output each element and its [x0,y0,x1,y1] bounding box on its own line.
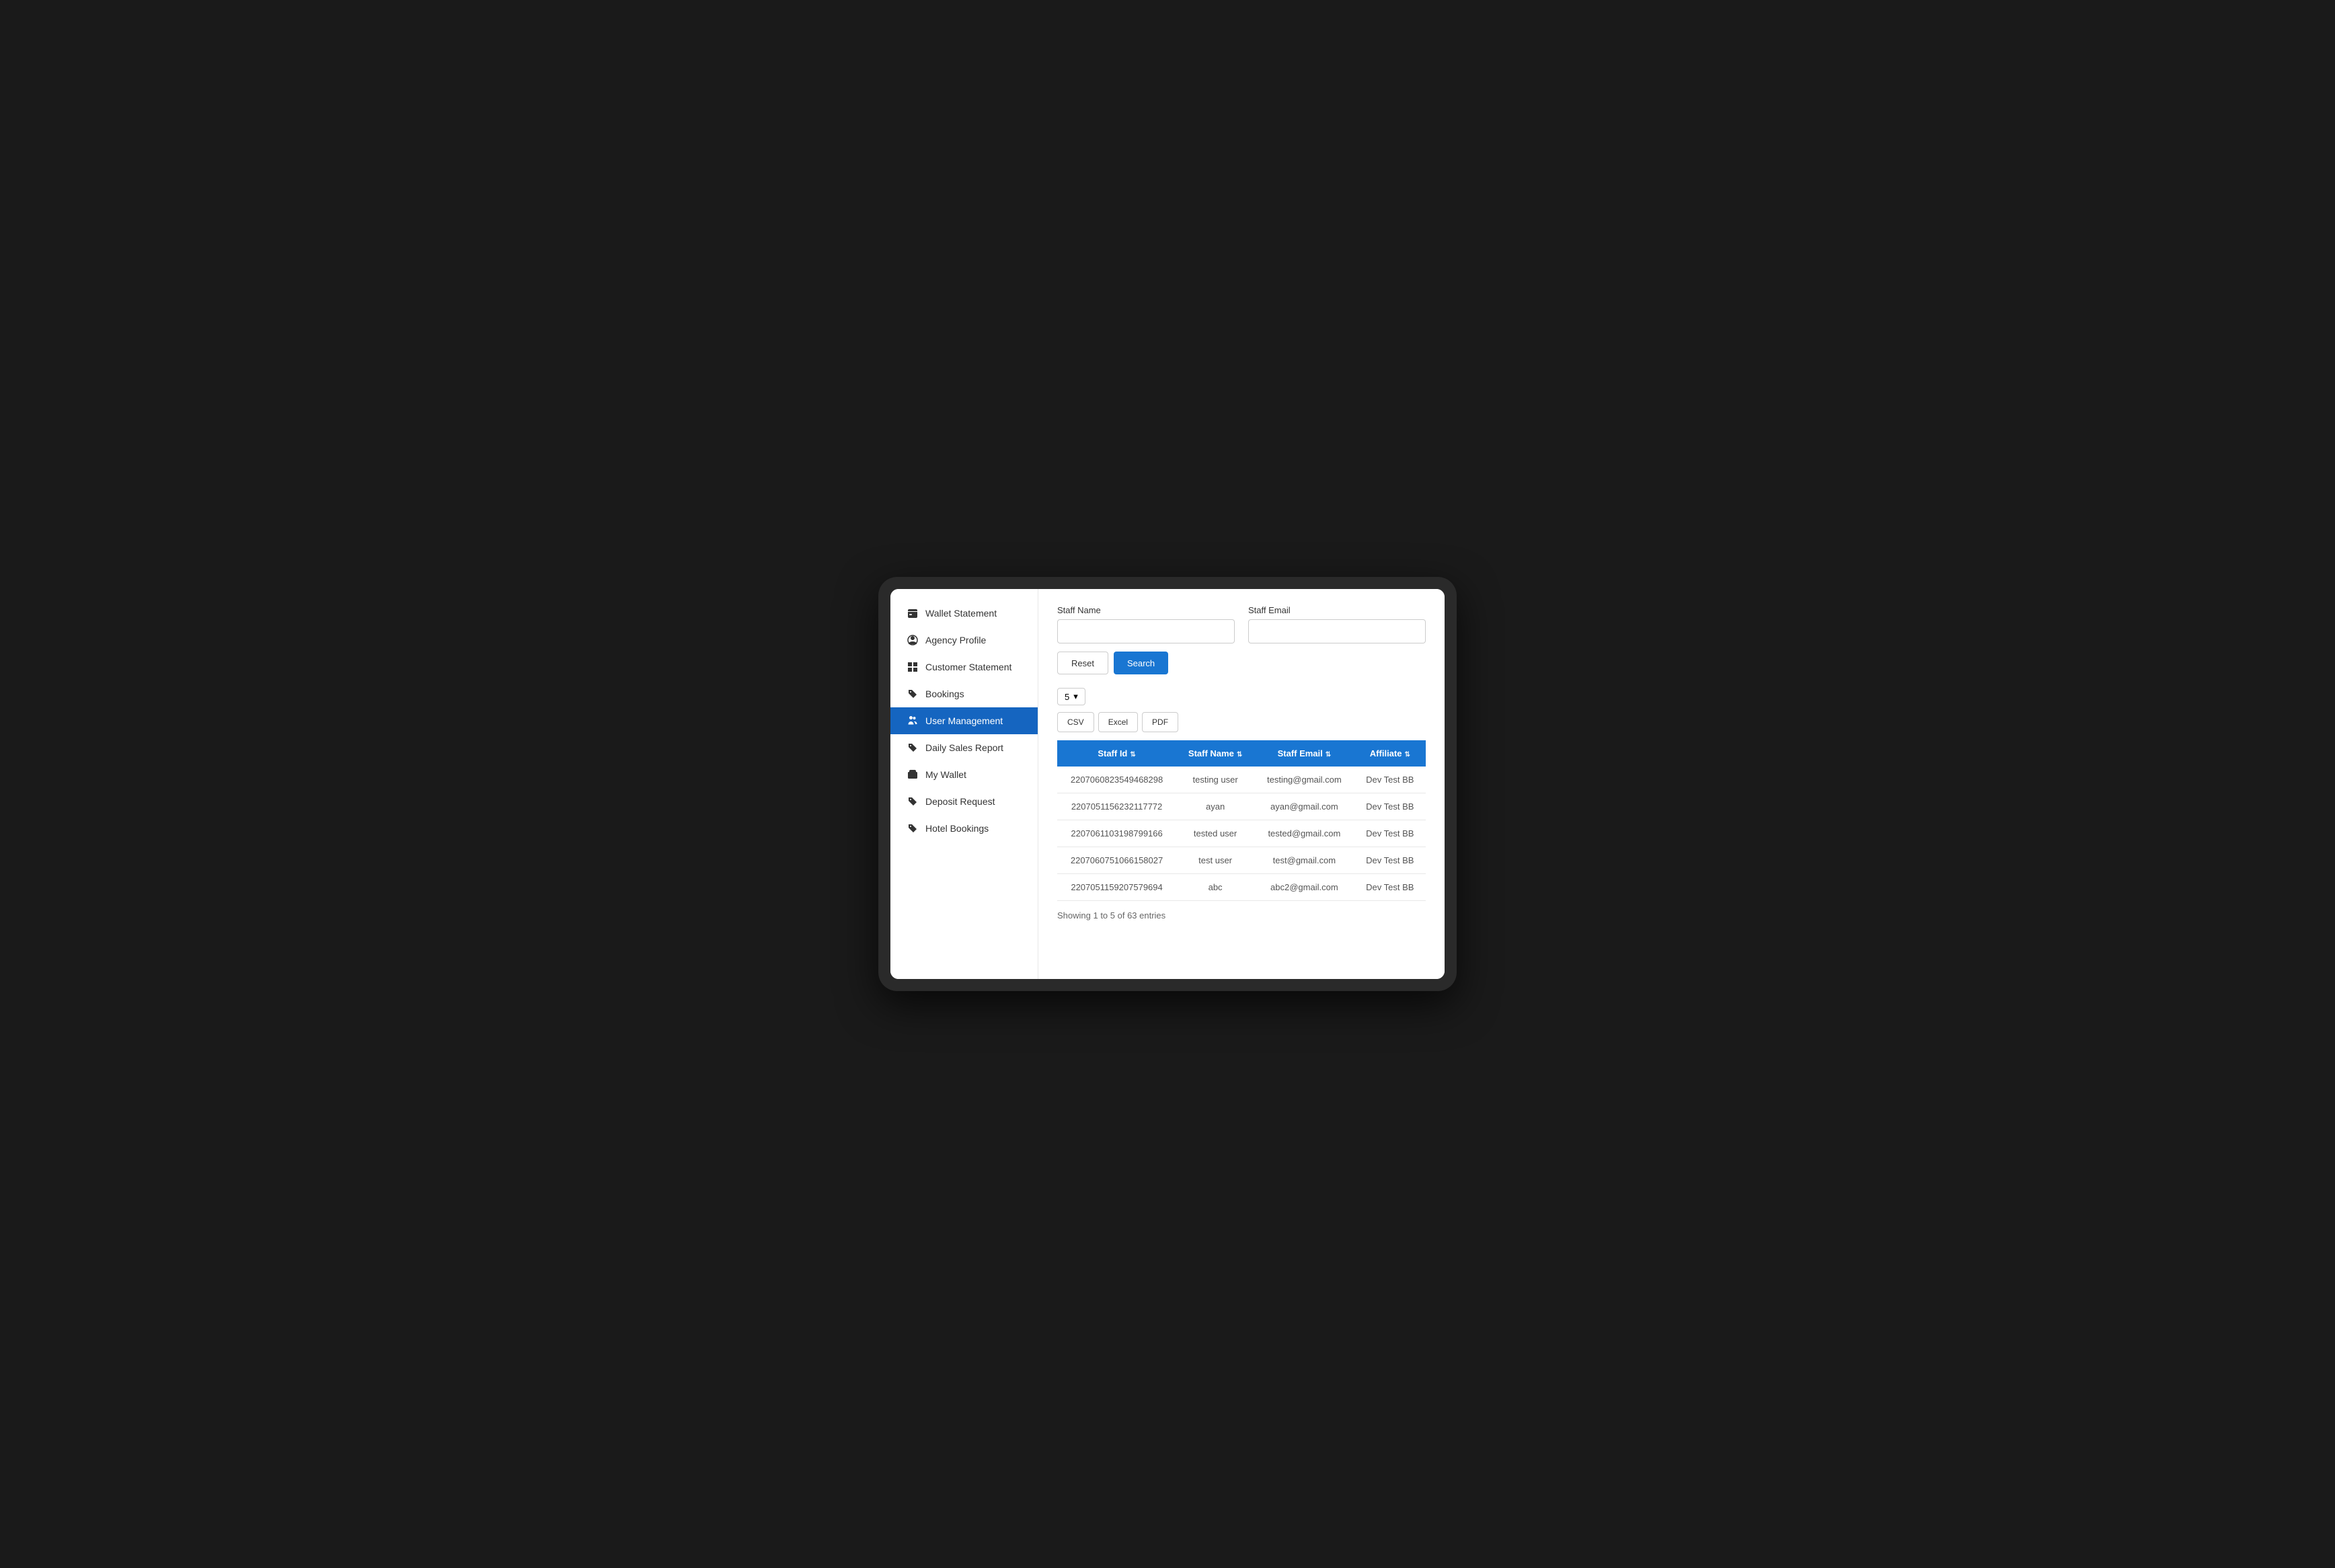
cell-staff-id-0: 220706082354946829​8 [1057,767,1176,793]
col-header-staff-email[interactable]: Staff Email⇅ [1254,740,1354,767]
col-header-affiliate[interactable]: Affiliate⇅ [1354,740,1426,767]
reset-button[interactable]: Reset [1057,652,1108,674]
table-body: 220706082354946829​8testing usertesting@… [1057,767,1426,901]
cell-staff-name-3: test user [1176,847,1254,874]
sort-icon-staff-id: ⇅ [1130,751,1135,758]
table-row: 220706075106615802​7test usertest@gmail.… [1057,847,1426,874]
device-frame: Wallet Statement Agency Profile Customer S… [878,577,1457,991]
staff-name-input[interactable] [1057,619,1235,643]
device-screen: Wallet Statement Agency Profile Customer S… [890,589,1445,979]
export-pdf-button[interactable]: PDF [1142,712,1178,732]
cell-staff-email-4: abc2@gmail.com [1254,874,1354,901]
sidebar-item-label-wallet-statement: Wallet Statement [925,608,997,619]
staff-email-group: Staff Email [1248,605,1426,643]
sort-icon-affiliate: ⇅ [1404,751,1410,758]
export-buttons: CSVExcelPDF [1057,712,1426,732]
cell-staff-id-1: 220705115623211777​2 [1057,793,1176,820]
sidebar-item-daily-sales-report[interactable]: Daily Sales Report [890,734,1038,761]
sidebar-item-label-customer-statement: Customer Statement [925,662,1011,672]
bookings-icon [907,688,919,700]
table-row: 220705115623211777​2ayanayan@gmail.comDe… [1057,793,1426,820]
sidebar-item-label-my-wallet: My Wallet [925,769,966,780]
cell-staff-email-0: testing@gmail.com [1254,767,1354,793]
staff-email-label: Staff Email [1248,605,1426,615]
wallet-statement-icon [907,607,919,619]
cell-staff-id-2: 220706110319879916​6 [1057,820,1176,847]
search-button[interactable]: Search [1114,652,1168,674]
customer-statement-icon [907,661,919,673]
agency-profile-icon [907,634,919,646]
cell-staff-email-2: tested@gmail.com [1254,820,1354,847]
main-content: Staff Name Staff Email Reset Search 5 [1038,589,1445,979]
entries-info: Showing 1 to 5 of 63 entries [1057,910,1165,920]
form-row: Staff Name Staff Email [1057,605,1426,643]
sidebar-item-label-hotel-bookings: Hotel Bookings [925,823,989,834]
deposit-request-icon [907,795,919,808]
my-wallet-icon [907,769,919,781]
chevron-down-icon: ▾ [1073,691,1078,702]
sidebar-item-agency-profile[interactable]: Agency Profile [890,627,1038,654]
sidebar-item-my-wallet[interactable]: My Wallet [890,761,1038,788]
table-footer: Showing 1 to 5 of 63 entries [1057,910,1426,920]
sort-icon-staff-name: ⇅ [1237,751,1242,758]
data-table: Staff Id⇅Staff Name⇅Staff Email⇅Affiliat… [1057,740,1426,901]
sidebar-item-wallet-statement[interactable]: Wallet Statement [890,600,1038,627]
staff-name-group: Staff Name [1057,605,1235,643]
sidebar-item-user-management[interactable]: User Management [890,707,1038,734]
sidebar-item-label-user-management: User Management [925,715,1003,726]
cell-affiliate-0: Dev Test BB [1354,767,1426,793]
sidebar-item-hotel-bookings[interactable]: Hotel Bookings [890,815,1038,842]
cell-affiliate-2: Dev Test BB [1354,820,1426,847]
header-row: Staff Id⇅Staff Name⇅Staff Email⇅Affiliat… [1057,740,1426,767]
per-page-value: 5 [1065,692,1069,702]
per-page-select[interactable]: 5 ▾ [1057,688,1085,705]
sidebar-item-label-bookings: Bookings [925,689,964,699]
sidebar-item-customer-statement[interactable]: Customer Statement [890,654,1038,680]
cell-staff-name-4: abc [1176,874,1254,901]
staff-email-input[interactable] [1248,619,1426,643]
cell-affiliate-4: Dev Test BB [1354,874,1426,901]
table-row: 220705115920757969​4abcabc2@gmail.comDev… [1057,874,1426,901]
cell-staff-email-1: ayan@gmail.com [1254,793,1354,820]
col-header-staff-id[interactable]: Staff Id⇅ [1057,740,1176,767]
export-csv-button[interactable]: CSV [1057,712,1094,732]
sidebar-item-label-deposit-request: Deposit Request [925,796,995,807]
sort-icon-staff-email: ⇅ [1326,751,1331,758]
cell-staff-name-1: ayan [1176,793,1254,820]
sidebar-item-label-daily-sales-report: Daily Sales Report [925,742,1003,753]
table-row: 220706110319879916​6tested usertested@gm… [1057,820,1426,847]
cell-affiliate-1: Dev Test BB [1354,793,1426,820]
cell-staff-id-4: 220705115920757969​4 [1057,874,1176,901]
table-header: Staff Id⇅Staff Name⇅Staff Email⇅Affiliat… [1057,740,1426,767]
btn-row: Reset Search [1057,652,1426,674]
user-management-icon [907,715,919,727]
cell-staff-id-3: 220706075106615802​7 [1057,847,1176,874]
daily-sales-report-icon [907,742,919,754]
cell-affiliate-3: Dev Test BB [1354,847,1426,874]
search-form: Staff Name Staff Email Reset Search [1057,605,1426,674]
staff-name-label: Staff Name [1057,605,1235,615]
col-header-staff-name[interactable]: Staff Name⇅ [1176,740,1254,767]
cell-staff-name-2: tested user [1176,820,1254,847]
sidebar-item-bookings[interactable]: Bookings [890,680,1038,707]
table-row: 220706082354946829​8testing usertesting@… [1057,767,1426,793]
cell-staff-name-0: testing user [1176,767,1254,793]
sidebar: Wallet Statement Agency Profile Customer S… [890,589,1038,979]
sidebar-item-deposit-request[interactable]: Deposit Request [890,788,1038,815]
table-controls: 5 ▾ [1057,688,1426,705]
hotel-bookings-icon [907,822,919,834]
cell-staff-email-3: test@gmail.com [1254,847,1354,874]
export-excel-button[interactable]: Excel [1098,712,1138,732]
sidebar-item-label-agency-profile: Agency Profile [925,635,986,645]
